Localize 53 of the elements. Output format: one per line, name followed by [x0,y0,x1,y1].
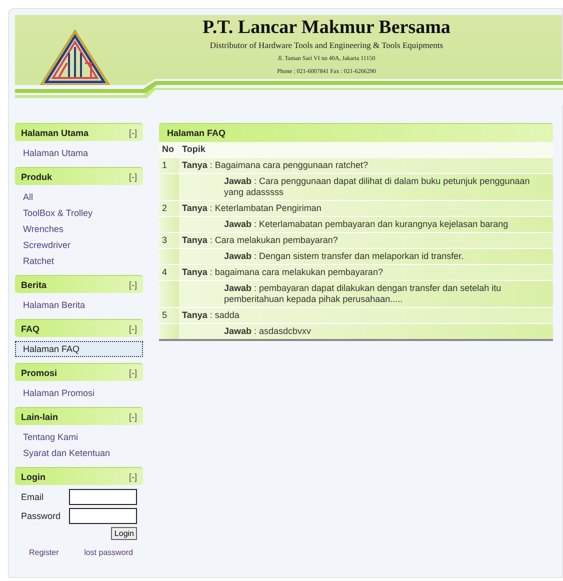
link[interactable]: lost password [84,548,133,557]
menu-link[interactable]: Screwdriver [15,237,143,253]
section-title: Produk [21,172,52,182]
company-name: P.T. Lancar Makmur Bersama [202,17,450,39]
menu-link[interactable]: Tentang Kami [15,429,143,445]
section-title: Halaman Utama [21,128,89,138]
menu-link[interactable]: Syarat dan Ketentuan [15,445,143,461]
link[interactable]: Register [29,548,59,557]
answer-text: Jawab : pembayaran dapat dilakukan dengan transfer dan setelah itu pemberitahuan kepada pihak perusahaan..... [179,280,553,308]
collapse-toggle[interactable]: [-] [129,324,137,334]
answer-text: Jawab : Keterlamabatan pembayaran dan kurangnya kejelasan barang [179,216,553,232]
question-text: Tanya : bagaimana cara melakukan pembayaran? [179,264,553,280]
row-number: 2 [159,200,179,216]
collapse-toggle[interactable]: [-] [129,368,137,378]
menu-link[interactable]: Halaman Berita [15,297,143,313]
row-number: 4 [159,264,179,280]
section-title: FAQ [21,324,40,334]
menu-link[interactable]: Halaman FAQ [15,341,143,357]
section-title: Berita [21,280,47,290]
field-label: Email [21,492,45,502]
question-text: Tanya : Keterlambatan Pengiriman [179,200,553,216]
menu-link[interactable]: Wrenches [15,221,143,237]
field-label: Password [21,511,61,521]
collapse-toggle[interactable]: [-] [129,472,137,482]
panel-title: Halaman FAQ [159,123,553,142]
menu-link[interactable]: All [15,189,143,205]
menu-link[interactable]: Halaman Utama [15,145,143,161]
column-header: Topik [179,142,553,158]
section-title: Lain-lain [21,412,58,422]
section-title: Promosi [21,368,58,378]
answer-text: Jawab : Cara penggunaan dapat dilihat di dalam buku petunjuk penggunaan yang adasssss [179,174,553,200]
question-text: Tanya : sadda [179,308,553,324]
email-field[interactable] [69,489,137,505]
collapse-toggle[interactable]: [-] [129,412,137,422]
collapse-toggle[interactable]: [-] [129,280,137,290]
row-number: 3 [159,232,179,248]
menu-link[interactable]: Halaman Promosi [15,385,143,401]
collapse-toggle[interactable]: [-] [129,172,137,182]
question-text: Tanya : Bagaimana cara penggunaan ratchet? [179,158,553,174]
section-title: Login [21,472,46,482]
menu-link[interactable]: ToolBox & Trolley [15,205,143,221]
answer-text: Jawab : Dengan sistem transfer dan melaporkan id transfer. [179,248,553,264]
answer-text: Jawab : asdasdcbvxv [179,324,553,340]
tagline: Distributor of Hardware Tools and Engineering & Tools Equipments [210,40,444,50]
row-number: 5 [159,308,179,324]
question-text: Tanya : Cara melakukan pembayaran? [179,232,553,248]
row-number: 1 [159,158,179,174]
password-field[interactable] [69,508,137,524]
logo-icon [39,29,111,87]
login-button[interactable]: Login [111,527,137,540]
collapse-toggle[interactable]: [-] [129,128,137,138]
menu-link[interactable]: Ratchet [15,253,143,269]
column-header: No [159,142,179,158]
